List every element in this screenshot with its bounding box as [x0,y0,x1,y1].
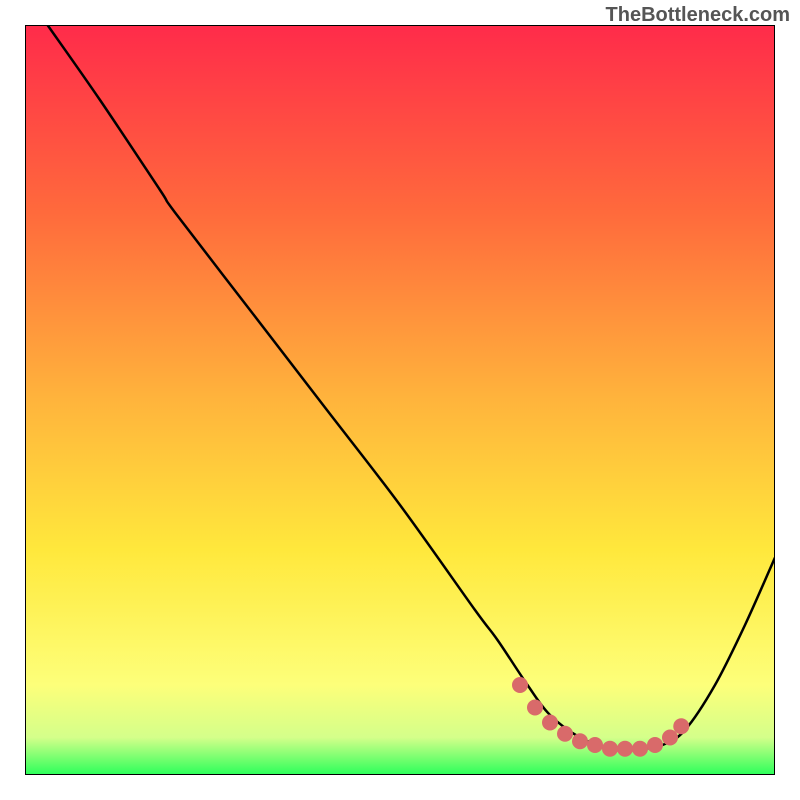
highlight-dot [632,741,648,757]
highlight-dot [512,677,528,693]
gradient-background [25,25,775,775]
watermark-text: TheBottleneck.com [606,4,790,27]
highlight-dot [572,733,588,749]
highlight-dot [587,737,603,753]
chart-svg [25,25,775,775]
highlight-dot [527,700,543,716]
chart-container: TheBottleneck.com [0,0,800,800]
highlight-dot [647,737,663,753]
highlight-dot [542,715,558,731]
highlight-dot [617,741,633,757]
highlight-dot [557,726,573,742]
highlight-dot [602,741,618,757]
highlight-dot [673,718,689,734]
plot-area [25,25,775,775]
